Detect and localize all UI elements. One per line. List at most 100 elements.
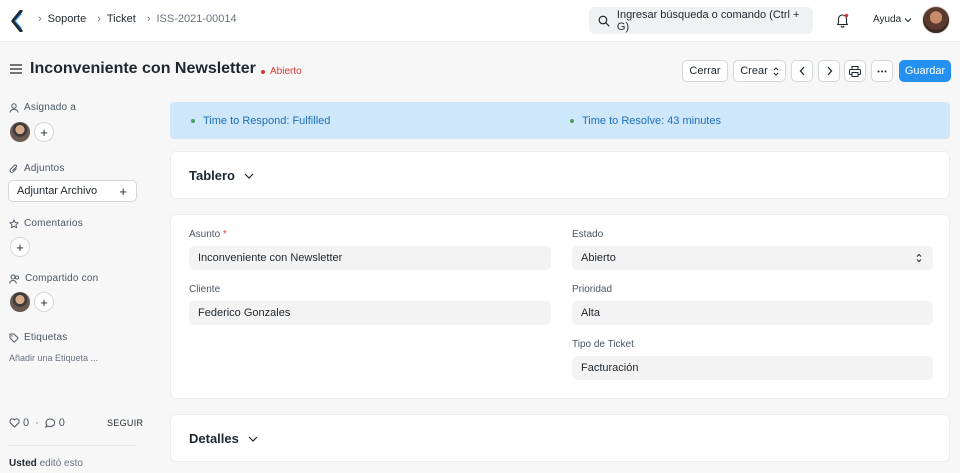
attach-file-label: Adjuntar Archivo (17, 185, 98, 197)
more-button[interactable] (871, 60, 893, 82)
chevron-right-icon: › (97, 13, 101, 25)
dashboard-section-title: Tablero (189, 168, 235, 183)
search-input[interactable]: Ingresar búsqueda o comando (Ctrl + G) (589, 7, 813, 34)
shared-with-label: Compartido con (9, 273, 98, 284)
help-dropdown[interactable]: Ayuda (873, 14, 912, 25)
breadcrumb-soporte[interactable]: Soporte (48, 13, 87, 25)
users-icon (9, 274, 20, 284)
assigned-to-label: Asignado a (9, 102, 76, 113)
details-section-title: Detalles (189, 431, 239, 446)
edited-user[interactable]: Usted (9, 458, 37, 469)
ticket-form: Asunto * Inconveniente con Newsletter Cl… (170, 214, 950, 399)
likes-comments-counter: 0 · 0 (9, 417, 65, 429)
attach-file-button[interactable]: Adjuntar Archivo + (8, 180, 137, 202)
plus-icon: + (16, 239, 24, 255)
sla-resolve-text: Time to Resolve: 43 minutes (582, 115, 721, 127)
heart-icon[interactable] (9, 418, 20, 428)
help-label: Ayuda (873, 14, 902, 25)
chevron-right-icon: › (38, 13, 42, 25)
user-avatar[interactable] (922, 6, 950, 34)
tags-label: Etiquetas (9, 332, 68, 343)
printer-icon (849, 65, 861, 77)
subject-value: Inconveniente con Newsletter (198, 252, 343, 264)
priority-value: Alta (581, 307, 600, 319)
more-icon (877, 70, 887, 72)
edited-text: editó esto (39, 458, 83, 469)
breadcrumb-current[interactable]: ISS-2021-00014 (156, 13, 236, 25)
updown-icon (773, 66, 779, 76)
tags-text: Etiquetas (24, 332, 68, 343)
create-button-label: Crear (740, 65, 768, 77)
comments-count: 0 (58, 417, 65, 429)
add-comment-button[interactable]: + (10, 237, 30, 257)
add-tag-link[interactable]: Añadir una Etiqueta ... (9, 353, 98, 363)
chevron-left-icon (799, 66, 804, 76)
subject-field[interactable]: Inconveniente con Newsletter (189, 246, 551, 270)
star-icon (9, 218, 19, 228)
sla-banner: Time to Respond: Fulfilled Time to Resol… (170, 102, 950, 139)
page-title: Inconveniente con Newsletter (30, 60, 256, 77)
comments-text: Comentarios (24, 218, 83, 229)
sla-respond-text: Time to Respond: Fulfilled (203, 115, 331, 127)
previous-button[interactable] (791, 60, 813, 82)
sla-resolve: Time to Resolve: 43 minutes (570, 115, 721, 127)
shared-with-text: Compartido con (25, 273, 99, 284)
activity-line: Usted editó esto (9, 458, 83, 469)
likes-count: 0 (23, 417, 30, 429)
sidebar-divider (8, 445, 137, 446)
status-dot (261, 69, 265, 74)
status-select[interactable]: Abierto (572, 246, 933, 270)
subject-label: Asunto * (189, 229, 227, 240)
add-assignee-button[interactable]: + (34, 122, 54, 142)
separator-dot: · (35, 417, 39, 429)
shared-user-avatar[interactable] (10, 292, 30, 312)
close-button[interactable]: Cerrar (682, 60, 728, 82)
follow-button[interactable]: SEGUIR (107, 418, 143, 428)
plus-icon: + (40, 124, 48, 140)
details-section-toggle[interactable]: Detalles (189, 431, 258, 446)
app-logo-icon[interactable] (10, 10, 24, 32)
save-button[interactable]: Guardar (899, 60, 951, 82)
ticket-type-field[interactable]: Facturación (572, 356, 933, 380)
status-field-label: Estado (572, 229, 604, 240)
plus-icon: + (119, 184, 127, 199)
dashboard-section-toggle[interactable]: Tablero (189, 168, 254, 183)
customer-field[interactable]: Federico Gonzales (189, 301, 551, 325)
sla-respond: Time to Respond: Fulfilled (191, 115, 330, 127)
ticket-type-value: Facturación (581, 362, 639, 374)
chevron-down-icon (904, 17, 912, 22)
priority-label: Prioridad (572, 284, 613, 295)
create-button[interactable]: Crear (733, 60, 786, 82)
attachments-text: Adjuntos (24, 163, 65, 174)
close-button-label: Cerrar (689, 65, 721, 77)
breadcrumb-ticket[interactable]: Ticket (107, 13, 136, 25)
search-icon (598, 15, 610, 27)
attachments-label: Adjuntos (9, 163, 65, 174)
paperclip-icon (9, 163, 18, 173)
status-badge: Abierto (261, 66, 302, 77)
chevron-right-icon (827, 66, 832, 76)
navbar: › Soporte › Ticket › ISS-2021-00014 Ingr… (0, 0, 960, 42)
add-share-button[interactable]: + (34, 292, 54, 312)
tag-icon (9, 333, 19, 343)
chevron-right-icon: › (146, 13, 151, 25)
chevron-down-icon (244, 173, 254, 179)
user-icon (9, 102, 19, 113)
ticket-type-label: Tipo de Ticket (572, 339, 634, 350)
customer-value: Federico Gonzales (198, 307, 291, 319)
status-dot (191, 119, 195, 123)
print-button[interactable] (844, 60, 866, 82)
comments-label: Comentarios (9, 218, 83, 229)
bell-icon[interactable] (835, 12, 850, 28)
dashboard-section: Tablero (170, 151, 950, 199)
next-button[interactable] (818, 60, 840, 82)
plus-icon: + (40, 294, 48, 310)
customer-label: Cliente (189, 284, 221, 295)
assignee-avatar[interactable] (10, 122, 30, 142)
required-marker: * (222, 229, 227, 240)
status-dot (570, 119, 574, 123)
priority-field[interactable]: Alta (572, 301, 933, 325)
status-select-value: Abierto (581, 252, 616, 264)
menu-icon[interactable] (10, 64, 22, 74)
updown-icon (916, 253, 922, 263)
